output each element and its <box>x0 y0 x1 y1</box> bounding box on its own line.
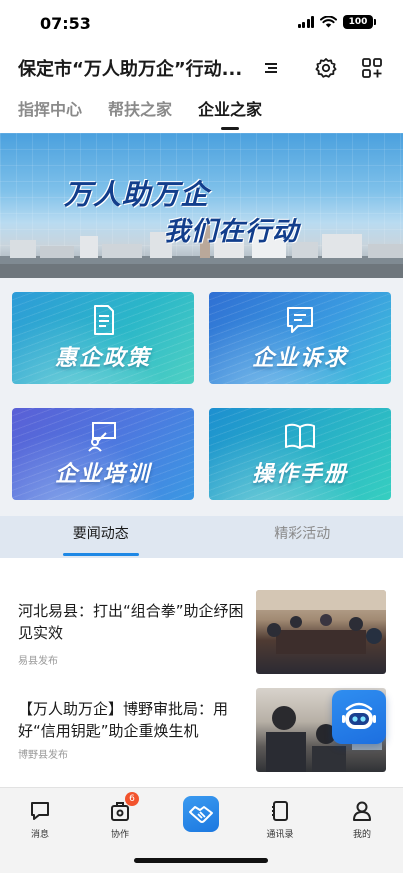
news-title: 【万人助万企】博野审批局：用好“信用钥匙”助企重焕生机 <box>18 700 229 740</box>
status-icons: 100 <box>297 15 376 29</box>
tab-enterprise-home[interactable]: 企业之家 <box>198 96 262 130</box>
robot-icon <box>342 702 376 729</box>
tab-activities[interactable]: 精彩活动 <box>202 516 403 558</box>
contacts-icon <box>272 801 288 821</box>
document-icon <box>94 305 114 335</box>
training-icon <box>88 422 116 452</box>
news-title: 河北易县：打出“组合拳”助企纾困见实效 <box>18 602 244 642</box>
hero-slogan-line2: 我们在行动 <box>164 217 300 247</box>
chat-icon <box>287 307 313 333</box>
status-time: 07:53 <box>40 14 91 33</box>
nav-label: 我的 <box>352 830 371 840</box>
tab-command-center[interactable]: 指挥中心 <box>18 96 82 130</box>
header: 保定市“万人助万企”行动... <box>0 50 403 86</box>
center-handshake-button[interactable] <box>183 796 219 832</box>
nav-label: 消息 <box>30 830 49 840</box>
hero-banner[interactable]: 万人助万企 我们在行动 <box>0 133 403 278</box>
nav-profile[interactable]: 我的 <box>332 798 392 840</box>
menu-icon[interactable] <box>258 54 286 82</box>
news-thumbnail <box>256 590 386 674</box>
gear-icon[interactable] <box>312 54 340 82</box>
signal-icon <box>297 16 314 28</box>
nav-collaboration[interactable]: 6 协作 <box>90 792 150 840</box>
grid-add-icon[interactable] <box>358 54 386 82</box>
tile-enterprise-training[interactable]: 企业培训 <box>12 408 194 500</box>
news-tabs: 要闻动态 精彩活动 <box>0 516 403 558</box>
tile-label: 操作手册 <box>251 462 348 487</box>
home-indicator <box>134 858 268 863</box>
hero-slogan-line1: 万人助万企 <box>64 178 210 211</box>
news-source: 博野县发布 <box>18 750 68 761</box>
tab-assistance-home[interactable]: 帮扶之家 <box>108 96 172 130</box>
tile-user-manual[interactable]: 操作手册 <box>209 408 391 500</box>
feature-tiles: 惠企政策 企业诉求 企业培训 操作手册 <box>0 278 403 516</box>
tab-news[interactable]: 要闻动态 <box>0 516 202 558</box>
news-item[interactable]: 河北易县：打出“组合拳”助企纾困见实效 易县发布 <box>0 590 403 678</box>
handshake-icon <box>189 806 213 823</box>
wifi-icon <box>320 16 337 28</box>
tile-enterprise-policy[interactable]: 惠企政策 <box>12 292 194 384</box>
assistant-bot-button[interactable] <box>332 690 386 744</box>
nav-contacts[interactable]: 通讯录 <box>250 798 310 840</box>
book-icon <box>285 423 315 449</box>
nav-label: 协作 <box>110 830 129 840</box>
top-tabs: 指挥中心 帮扶之家 企业之家 <box>18 96 262 130</box>
profile-icon <box>353 801 371 821</box>
status-bar: 07:53 100 <box>0 0 403 44</box>
notification-badge: 6 <box>125 792 139 806</box>
battery-icon: 100 <box>343 15 376 29</box>
message-icon <box>31 802 49 820</box>
tile-label: 企业诉求 <box>251 346 348 371</box>
tile-label: 企业培训 <box>54 462 151 487</box>
nav-label: 通讯录 <box>266 830 294 840</box>
page-title: 保定市“万人助万企”行动... <box>18 59 243 80</box>
tile-label: 惠企政策 <box>54 346 151 371</box>
news-source: 易县发布 <box>18 656 58 667</box>
tile-enterprise-requests[interactable]: 企业诉求 <box>209 292 391 384</box>
nav-messages[interactable]: 消息 <box>10 798 70 840</box>
